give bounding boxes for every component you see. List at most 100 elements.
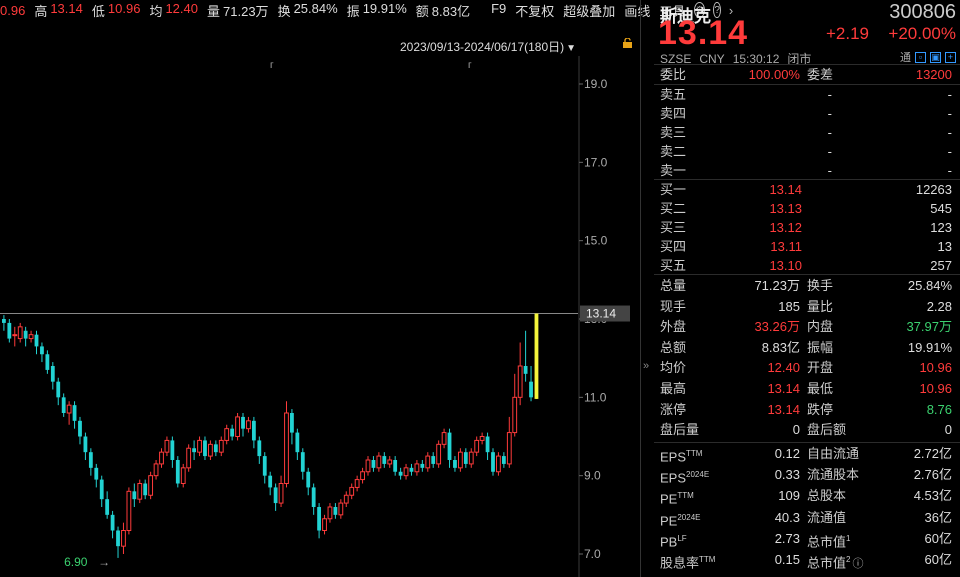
price-change-pct: +20.00% (888, 24, 956, 43)
ask-volume: - (947, 163, 952, 178)
summary-value: 12.40 (165, 0, 198, 16)
stat-label: 盘后量 (660, 422, 700, 438)
dropdown-arrow-icon[interactable]: ▼ (566, 43, 576, 54)
candle-body (208, 443, 213, 457)
candle-body (164, 439, 170, 453)
stat-label: 内盘 (807, 319, 834, 335)
y-tick-label: 19.0 (584, 77, 608, 91)
stat-label: 跌停 (807, 401, 834, 417)
bid-row: 买五 13.10 257 (654, 257, 960, 275)
summary-value: 10.96 (107, 0, 141, 16)
y-tick-label: 7.0 (584, 547, 601, 561)
candle-body (273, 487, 278, 504)
candlestick-chart[interactable]: 19.017.015.013.011.09.07.013.14ᴦᴦ6.90→ (0, 56, 640, 577)
candle-body (105, 499, 110, 515)
candle-body (235, 416, 240, 437)
stat-label: 涨停 (660, 401, 687, 417)
expand-arrow-icon[interactable]: » (643, 360, 649, 372)
weicha-value: 13200 (915, 67, 952, 82)
panel-divider[interactable] (640, 0, 641, 577)
stats-row: 盘后量 0 盘后额 0 (654, 421, 960, 439)
candle-body (354, 479, 360, 488)
cut-open-value: 0.96 (0, 2, 26, 18)
y-tick-label: 15.0 (584, 234, 608, 248)
candle-body (192, 448, 197, 453)
menu-item[interactable]: F9 (491, 1, 506, 20)
stat-label: 最低 (807, 381, 834, 396)
candle-body (447, 432, 452, 460)
stat-value: 33.26万 (754, 319, 800, 335)
ask-price: - (827, 163, 832, 178)
candle-body (56, 381, 61, 398)
stat-value: 71.23万 (754, 278, 800, 293)
candle-body (311, 487, 316, 507)
bid-row: 买一 13.14 12263 (654, 181, 960, 199)
stats-row: 总量 71.23万 换手 25.84% (654, 277, 960, 295)
stock-code: 300806 (889, 1, 956, 23)
fundamental-label: PETTM (660, 487, 694, 508)
summary-value: 25.84% (293, 0, 338, 16)
candle-body (431, 456, 436, 464)
price-change: +2.19 (826, 24, 870, 43)
panel-tools: 通 ▫ ▣ + (900, 49, 956, 65)
fundamental-label: EPS2024E (660, 466, 709, 487)
stat-value: 12.40 (767, 360, 800, 376)
candle-body (66, 404, 72, 414)
candle-body (278, 483, 284, 504)
stats-row: 总额 8.83亿 振幅 19.91% (654, 339, 960, 357)
candle-body (371, 460, 376, 468)
stats-row: 涨停 13.14 跌停 8.76 (654, 401, 960, 419)
stat-value: 13.14 (767, 401, 800, 417)
fundamental-label: 自由流通 (807, 445, 859, 463)
summary-label: 低 (91, 3, 105, 19)
watchlist-icon[interactable]: ▫ (915, 51, 926, 63)
stat-label: 换手 (807, 278, 834, 293)
candle-body (203, 440, 207, 457)
candle-body (88, 452, 93, 468)
menu-item[interactable]: 画线 (624, 1, 650, 20)
tong-label[interactable]: 通 (900, 49, 911, 65)
candle-body (17, 326, 23, 340)
candle-body (393, 460, 398, 472)
fundamental-value: 109 (778, 488, 800, 504)
stat-label: 外盘 (660, 319, 687, 335)
min-price-label: 6.90 (64, 555, 88, 569)
bid-price: 13.11 (770, 239, 802, 254)
fundamental-label: 流通股本 (807, 466, 859, 484)
lock-icon[interactable] (622, 38, 633, 48)
menu-item[interactable]: 不复权 (515, 1, 554, 20)
candle-body (420, 463, 425, 468)
candle-body (360, 471, 365, 481)
menu-item[interactable]: 超级叠加 (563, 1, 615, 20)
bid-label: 买四 (660, 239, 687, 254)
fundamental-label-sup: 2024E (677, 512, 701, 522)
y-tick-label: 11.0 (584, 390, 607, 404)
ask-row: 卖五 - - (654, 86, 960, 104)
y-tick-label: 17.0 (584, 155, 608, 169)
candle-body (2, 319, 6, 323)
stat-value: 25.84% (907, 278, 952, 293)
candle-body (186, 447, 192, 469)
fundamental-value: 2.73 (774, 530, 800, 546)
window-icon[interactable]: ▣ (930, 51, 941, 63)
ask-price: - (827, 87, 832, 102)
candle-body (474, 439, 480, 453)
divider (654, 442, 960, 443)
stat-value: 185 (778, 298, 800, 314)
date-range-selector[interactable]: 2023/09/13-2024/06/17(180日) ▼ (400, 38, 576, 55)
ask-label: 卖二 (660, 144, 687, 159)
fundamental-label: 总市值1 (807, 530, 850, 551)
info-icon[interactable]: ⓘ (852, 558, 863, 570)
candle-body (224, 428, 230, 441)
ask-price: - (827, 125, 832, 140)
date-range-text: 2023/09/13-2024/06/17(180日) (400, 40, 565, 54)
add-icon[interactable]: + (945, 51, 956, 63)
stat-label: 盘后额 (807, 422, 847, 438)
candle-body (137, 483, 143, 500)
fundamental-label-text: 总市值 (807, 534, 847, 550)
candle-body (126, 490, 132, 532)
candle-body (290, 413, 294, 433)
y-tick-label: 9.0 (584, 469, 601, 483)
candle-body (534, 313, 539, 399)
quote-toolbar: 0.96 高 13.14 低 10.96 均 12.40 量 71.23万换 25.84% 振 19… (0, 0, 733, 20)
